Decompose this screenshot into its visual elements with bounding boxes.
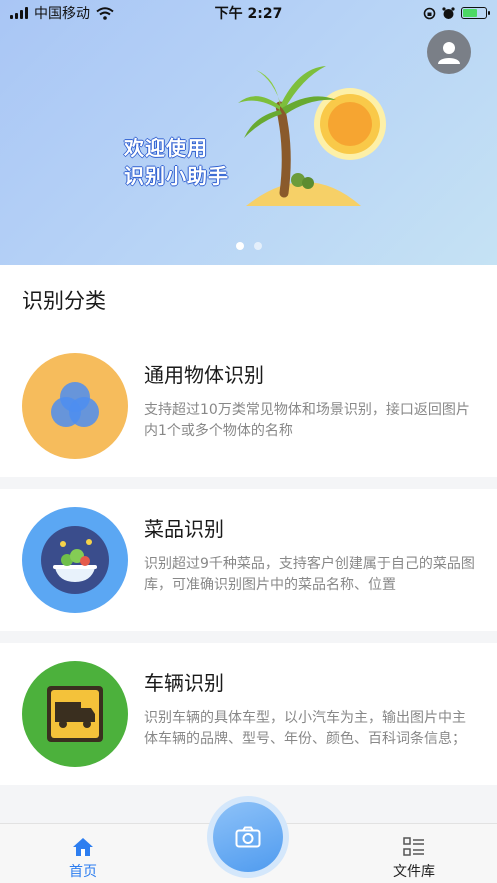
tab-files[interactable]: 文件库 — [374, 837, 454, 881]
status-time: 下午 2:27 — [214, 6, 283, 22]
card-vehicle-recognition[interactable]: 车辆识别 识别车辆的具体车型，以小汽车为主，输出图片中主体车辆的品牌、型号、年份… — [0, 643, 497, 785]
banner-text: 欢迎使用 识别小助手 — [124, 134, 229, 190]
card-title: 通用物体识别 — [144, 363, 264, 387]
tab-files-label: 文件库 — [393, 864, 435, 880]
palm-island-illustration — [238, 66, 386, 206]
wifi-icon — [96, 6, 114, 20]
home-icon — [73, 838, 93, 856]
status-bar: 中国移动 下午 2:27 — [0, 0, 497, 26]
tab-home[interactable]: 首页 — [43, 837, 123, 881]
banner-line1: 欢迎使用 — [124, 136, 208, 160]
card-title: 车辆识别 — [144, 671, 224, 695]
card-dish-recognition[interactable]: 菜品识别 识别超过9千种菜品，支持客户创建属于自己的菜品图库，可准确识别图片中的… — [0, 489, 497, 631]
banner-carousel[interactable]: 欢迎使用 识别小助手 — [0, 0, 497, 265]
camera-icon — [235, 826, 261, 848]
truck-icon — [22, 661, 128, 767]
user-avatar-button[interactable] — [427, 30, 471, 74]
card-description: 支持超过10万类常见物体和场景识别，接口返回图片内1个或多个物体的名称 — [144, 402, 470, 439]
main-content: 识别分类 通用物体识别 支持超过10万类常见物体和场景识别，接口返回图片内1个或… — [0, 265, 497, 823]
file-list-icon — [403, 837, 424, 856]
dish-bowl-icon — [22, 507, 128, 613]
carrier-label: 中国移动 — [34, 6, 90, 22]
user-icon — [438, 42, 460, 64]
section-title: 识别分类 — [0, 265, 497, 335]
carousel-dot-1[interactable] — [235, 242, 244, 250]
battery-icon — [461, 7, 490, 19]
signal-icon — [10, 7, 28, 19]
carousel-dot-2[interactable] — [253, 242, 262, 250]
card-description: 识别超过9千种菜品，支持客户创建属于自己的菜品图库，可准确识别图片中的菜品名称、… — [144, 556, 475, 593]
carousel-pagination — [0, 242, 497, 250]
tab-home-label: 首页 — [69, 864, 97, 880]
overlapping-circles-icon — [22, 353, 128, 459]
card-general-object[interactable]: 通用物体识别 支持超过10万类常见物体和场景识别，接口返回图片内1个或多个物体的… — [0, 335, 497, 477]
bottom-tab-bar: 首页 文件库 — [0, 802, 497, 883]
alarm-icon — [442, 6, 455, 19]
card-title: 菜品识别 — [144, 517, 224, 541]
card-description: 识别车辆的具体车型，以小汽车为主，输出图片中主体车辆的品牌、型号、年份、颜色、百… — [144, 710, 466, 747]
banner-line2: 识别小助手 — [124, 164, 229, 188]
orientation-lock-icon — [423, 7, 436, 19]
camera-button[interactable] — [213, 802, 283, 872]
